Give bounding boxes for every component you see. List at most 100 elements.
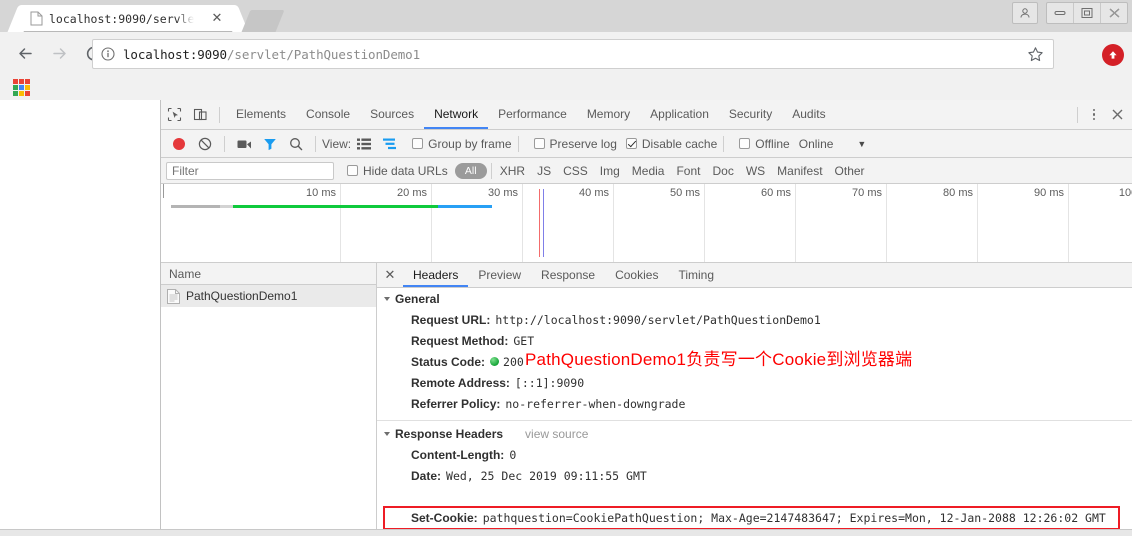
disable-cache-checkbox[interactable]: Disable cache xyxy=(625,136,718,151)
apps-grid-icon[interactable] xyxy=(13,79,30,96)
disable-cache-label: Disable cache xyxy=(641,136,718,151)
filter-type-js[interactable]: JS xyxy=(537,164,551,178)
response-headers-header[interactable]: Response Headers view source xyxy=(377,423,1132,445)
timeline-tick-5: 60 ms xyxy=(761,187,791,199)
minimize-button[interactable] xyxy=(1047,3,1074,23)
extension-icon[interactable] xyxy=(1102,44,1124,66)
detail-tab-preview[interactable]: Preview xyxy=(468,263,531,287)
network-overview-timeline[interactable]: 10 ms 20 ms 30 ms 40 ms 50 ms 60 ms 70 m… xyxy=(161,184,1132,263)
group-by-frame-checkbox[interactable]: Group by frame xyxy=(412,136,512,151)
header-row: Remote Address: [::1]:9090 xyxy=(377,373,1132,394)
filter-type-media[interactable]: Media xyxy=(632,164,665,178)
detail-tab-response[interactable]: Response xyxy=(531,263,605,287)
forward-button[interactable] xyxy=(42,36,76,70)
title-bar: localhost:9090/servlet ✕ xyxy=(0,0,1132,32)
browser-tab[interactable]: localhost:9090/servlet ✕ xyxy=(22,5,234,32)
devtools-panel: Elements Console Sources Network Perform… xyxy=(161,100,1132,533)
close-detail-icon[interactable]: ✕ xyxy=(377,263,403,287)
new-tab-button[interactable] xyxy=(241,10,285,32)
filter-type-doc[interactable]: Doc xyxy=(712,164,733,178)
list-view-icon[interactable] xyxy=(351,131,377,157)
detail-tab-timing[interactable]: Timing xyxy=(668,263,724,287)
detail-tab-bar: ✕ Headers Preview Response Cookies Timin… xyxy=(377,263,1132,288)
preserve-log-box xyxy=(533,138,545,149)
close-window-button[interactable] xyxy=(1101,3,1127,23)
header-row: Referrer Policy: no-referrer-when-downgr… xyxy=(377,394,1132,415)
network-toolbar: View: Group by frame Preserve log Disabl… xyxy=(161,130,1132,158)
detail-tab-headers[interactable]: Headers xyxy=(403,263,469,287)
star-icon[interactable] xyxy=(1027,46,1045,64)
header-key: Status Code: xyxy=(411,355,486,369)
browser-window: localhost:9090/servlet ✕ localhost:9090/… xyxy=(0,0,1132,536)
view-label: View: xyxy=(322,136,352,151)
section-divider xyxy=(377,420,1132,421)
response-headers-title: Response Headers xyxy=(395,427,504,441)
tab-console[interactable]: Console xyxy=(296,100,360,129)
filter-icon[interactable] xyxy=(257,131,283,157)
header-value: 200 xyxy=(503,355,524,369)
device-toolbar-icon[interactable] xyxy=(187,102,213,128)
info-circle-icon[interactable] xyxy=(93,47,123,61)
header-value: 0 xyxy=(509,448,517,462)
filter-type-manifest[interactable]: Manifest xyxy=(777,164,822,178)
preserve-log-checkbox[interactable]: Preserve log xyxy=(533,136,617,151)
filter-type-xhr[interactable]: XHR xyxy=(500,164,525,178)
set-cookie-highlight-row: Set-Cookie: pathquestion=CookiePathQuest… xyxy=(383,506,1120,530)
request-name: PathQuestionDemo1 xyxy=(186,289,298,303)
preserve-log-label: Preserve log xyxy=(549,136,617,151)
timeline-tick-3: 40 ms xyxy=(579,187,609,199)
overview-bar-content-download xyxy=(438,205,492,208)
table-row[interactable]: PathQuestionDemo1 xyxy=(161,285,376,307)
group-by-frame-box xyxy=(412,138,424,149)
waterfall-view-icon[interactable] xyxy=(377,131,403,157)
profile-icon[interactable] xyxy=(1012,2,1038,24)
offline-box xyxy=(739,138,751,149)
url-host: localhost:9090 xyxy=(123,46,227,62)
search-icon[interactable] xyxy=(283,131,309,157)
more-options-icon[interactable] xyxy=(1084,104,1104,126)
tab-elements[interactable]: Elements xyxy=(226,100,296,129)
chevron-down-icon[interactable]: ▼ xyxy=(857,139,866,149)
tab-network[interactable]: Network xyxy=(424,100,489,129)
throttling-select[interactable]: Online xyxy=(799,137,834,151)
view-source-link[interactable]: view source xyxy=(525,427,588,441)
filter-type-all[interactable]: All xyxy=(454,162,487,179)
tab-performance[interactable]: Performance xyxy=(488,100,577,129)
record-button[interactable] xyxy=(166,131,192,157)
general-section-header[interactable]: General xyxy=(377,288,1132,310)
group-by-frame-label: Group by frame xyxy=(428,136,512,151)
header-key: Remote Address: xyxy=(411,376,510,390)
filter-type-font[interactable]: Font xyxy=(676,164,700,178)
tab-close-icon[interactable]: ✕ xyxy=(210,11,224,25)
requests-column-header[interactable]: Name xyxy=(161,263,376,285)
bookmarks-bar xyxy=(0,74,1132,101)
capture-screenshots-icon[interactable] xyxy=(231,131,257,157)
clear-button[interactable] xyxy=(192,131,218,157)
hide-data-urls-checkbox[interactable]: Hide data URLs xyxy=(347,164,448,178)
filter-input[interactable] xyxy=(166,161,334,180)
tab-audits[interactable]: Audits xyxy=(782,100,835,129)
inspect-element-icon[interactable] xyxy=(161,102,187,128)
header-value: http://localhost:9090/servlet/PathQuesti… xyxy=(495,313,821,327)
tab-memory[interactable]: Memory xyxy=(577,100,640,129)
filter-type-css[interactable]: CSS xyxy=(563,164,588,178)
tab-sources[interactable]: Sources xyxy=(360,100,424,129)
close-devtools-icon[interactable] xyxy=(1104,102,1130,128)
header-value: no-referrer-when-downgrade xyxy=(505,397,686,411)
hide-data-urls-label: Hide data URLs xyxy=(363,163,448,178)
tab-application[interactable]: Application xyxy=(640,100,719,129)
filter-type-ws[interactable]: WS xyxy=(746,164,765,178)
detail-tab-cookies[interactable]: Cookies xyxy=(605,263,668,287)
overview-bar-stalled xyxy=(220,205,234,208)
maximize-button[interactable] xyxy=(1074,3,1101,23)
filter-type-other[interactable]: Other xyxy=(835,164,865,178)
status-ok-icon xyxy=(490,357,500,366)
network-filter-bar: Hide data URLs All XHR JS CSS Img Media … xyxy=(161,158,1132,184)
filter-type-img[interactable]: Img xyxy=(600,164,620,178)
tab-security[interactable]: Security xyxy=(719,100,782,129)
address-bar[interactable]: localhost:9090/servlet/PathQuestionDemo1 xyxy=(92,39,1054,69)
header-key: Referrer Policy: xyxy=(411,397,501,411)
offline-checkbox[interactable]: Offline xyxy=(739,137,790,151)
header-value: Wed, 25 Dec 2019 09:11:55 GMT xyxy=(446,469,647,483)
back-button[interactable] xyxy=(8,36,42,70)
